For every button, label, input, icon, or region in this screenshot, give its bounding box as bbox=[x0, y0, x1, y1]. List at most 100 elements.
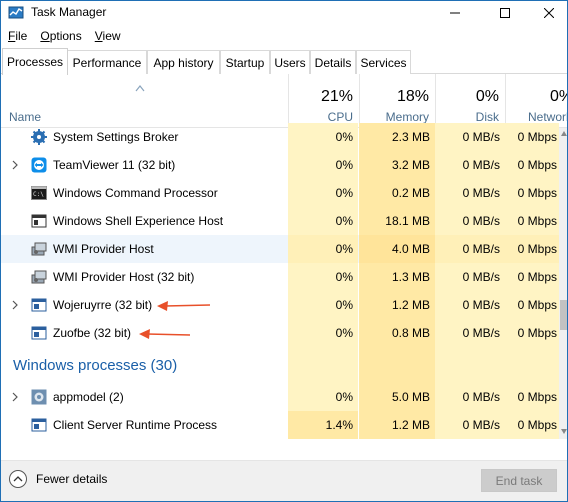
process-row[interactable]: Windows Shell Experience Host 0% 18.1 MB… bbox=[1, 207, 559, 235]
scroll-down-arrow-icon[interactable] bbox=[560, 427, 568, 435]
network-cell: 0 Mbps bbox=[505, 411, 559, 439]
network-cell: 0 Mbps bbox=[505, 123, 559, 151]
memory-header-label: Memory bbox=[385, 110, 429, 124]
memory-cell: 0.2 MB bbox=[359, 179, 435, 207]
end-task-button[interactable]: End task bbox=[481, 469, 557, 492]
vertical-scrollbar[interactable] bbox=[559, 128, 568, 439]
group-header-windows-processes: Windows processes (30) bbox=[1, 347, 559, 383]
fewer-details-button[interactable]: Fewer details bbox=[9, 470, 107, 488]
memory-cell: 18.1 MB bbox=[359, 207, 435, 235]
process-name: Wojeruyrre (32 bit) bbox=[53, 298, 153, 312]
cpu-cell: 0% bbox=[288, 235, 358, 263]
network-cell: 0 Mbps bbox=[505, 319, 559, 347]
column-memory-header[interactable]: 18% Memory bbox=[359, 74, 435, 128]
network-cell: 0 Mbps bbox=[505, 207, 559, 235]
cpu-cell: 0% bbox=[288, 207, 358, 235]
memory-cell: 1.2 MB bbox=[359, 291, 435, 319]
menu-options[interactable]: Options bbox=[33, 27, 87, 47]
disk-header-label: Disk bbox=[475, 110, 499, 124]
cpu-cell: 0% bbox=[288, 123, 358, 151]
process-row[interactable]: System Settings Broker 0% 2.3 MB 0 MB/s … bbox=[1, 123, 559, 151]
app-window-icon bbox=[31, 326, 47, 340]
network-cell: 0 Mbps bbox=[505, 235, 559, 263]
tab-performance[interactable]: Performance bbox=[67, 50, 147, 74]
tab-processes[interactable]: Processes bbox=[2, 48, 68, 75]
menu-file[interactable]: File bbox=[1, 27, 33, 47]
fewer-details-label: Fewer details bbox=[36, 472, 108, 486]
network-cell bbox=[505, 347, 559, 383]
wmi-icon bbox=[31, 270, 47, 284]
cpu-cell: 0% bbox=[288, 383, 358, 411]
disk-total-percent: 0% bbox=[475, 88, 499, 105]
cpu-cell: 1.4% bbox=[288, 411, 358, 439]
process-list: System Settings Broker 0% 2.3 MB 0 MB/s … bbox=[1, 123, 559, 439]
memory-cell: 4.0 MB bbox=[359, 235, 435, 263]
cpu-cell: 0% bbox=[288, 319, 358, 347]
network-cell: 0 Mbps bbox=[505, 151, 559, 179]
process-row-selected[interactable]: WMI Provider Host 0% 4.0 MB 0 MB/s 0 Mbp… bbox=[1, 235, 559, 263]
task-manager-window: Task Manager File Options View Processes… bbox=[0, 0, 568, 502]
cmd-icon: C:\ bbox=[31, 186, 47, 200]
disk-cell: 0 MB/s bbox=[435, 207, 505, 235]
disk-cell: 0 MB/s bbox=[435, 411, 505, 439]
memory-cell: 2.3 MB bbox=[359, 123, 435, 151]
chevron-right-icon[interactable] bbox=[11, 392, 19, 402]
disk-cell bbox=[435, 347, 505, 383]
memory-cell: 1.3 MB bbox=[359, 263, 435, 291]
process-row[interactable]: TeamViewer 11 (32 bit) 0% 3.2 MB 0 MB/s … bbox=[1, 151, 559, 179]
process-row[interactable]: WMI Provider Host (32 bit) 0% 1.3 MB 0 M… bbox=[1, 263, 559, 291]
app-window-icon bbox=[31, 298, 47, 312]
menu-bar: File Options View bbox=[1, 27, 127, 47]
process-name: TeamViewer 11 (32 bit) bbox=[53, 158, 176, 172]
annotation-arrow bbox=[157, 301, 211, 311]
tab-app-history[interactable]: App history bbox=[147, 50, 220, 74]
title-bar[interactable]: Task Manager bbox=[1, 1, 567, 25]
cpu-header-label: CPU bbox=[327, 110, 353, 124]
memory-cell: 1.2 MB bbox=[359, 411, 435, 439]
tab-details[interactable]: Details bbox=[310, 50, 356, 74]
scroll-thumb[interactable] bbox=[560, 300, 567, 330]
tab-services[interactable]: Services bbox=[356, 50, 411, 74]
process-row[interactable]: C:\ Windows Command Processor 0% 0.2 MB … bbox=[1, 179, 559, 207]
minimize-button[interactable] bbox=[432, 1, 478, 25]
column-name-header[interactable]: Name bbox=[9, 110, 41, 124]
gear-icon bbox=[31, 129, 47, 145]
column-cpu-header[interactable]: 21% CPU bbox=[288, 74, 359, 128]
memory-cell bbox=[359, 347, 435, 383]
svg-text:C:\: C:\ bbox=[33, 191, 44, 198]
column-headers: Name 21% CPU 18% Memory 0% Disk 0% Netwo… bbox=[1, 74, 567, 128]
column-network-header[interactable]: 0% Network bbox=[505, 74, 567, 128]
column-disk-header[interactable]: 0% Disk bbox=[435, 74, 505, 128]
process-row[interactable]: Client Server Runtime Process 1.4% 1.2 M… bbox=[1, 411, 559, 439]
process-row[interactable]: Wojeruyrre (32 bit) 0% 1.2 MB 0 MB/s 0 M… bbox=[1, 291, 559, 319]
process-row[interactable]: appmodel (2) 0% 5.0 MB 0 MB/s 0 Mbps bbox=[1, 383, 559, 411]
app-window-icon bbox=[31, 418, 47, 432]
tab-strip: Processes Performance App history Startu… bbox=[1, 48, 567, 75]
cpu-total-percent: 21% bbox=[320, 88, 353, 105]
menu-view[interactable]: View bbox=[88, 27, 127, 47]
gear-icon bbox=[31, 389, 47, 405]
disk-cell: 0 MB/s bbox=[435, 123, 505, 151]
chevron-right-icon[interactable] bbox=[11, 300, 19, 310]
sort-ascending-icon[interactable] bbox=[135, 84, 145, 92]
process-name: WMI Provider Host bbox=[53, 242, 154, 256]
disk-cell: 0 MB/s bbox=[435, 383, 505, 411]
cpu-cell bbox=[288, 347, 358, 383]
chevron-right-icon[interactable] bbox=[11, 160, 19, 170]
tab-startup[interactable]: Startup bbox=[220, 50, 270, 74]
process-name: Client Server Runtime Process bbox=[53, 418, 218, 432]
minimize-icon bbox=[450, 12, 460, 14]
teamviewer-icon bbox=[31, 157, 47, 173]
process-name: System Settings Broker bbox=[53, 130, 179, 144]
close-button[interactable] bbox=[526, 1, 567, 25]
process-name: appmodel (2) bbox=[53, 390, 124, 404]
scroll-up-arrow-icon[interactable] bbox=[560, 130, 568, 138]
process-row[interactable]: Zuofbe (32 bit) 0% 0.8 MB 0 MB/s 0 Mbps bbox=[1, 319, 559, 347]
maximize-button[interactable] bbox=[482, 1, 528, 25]
tab-users[interactable]: Users bbox=[270, 50, 310, 74]
network-cell: 0 Mbps bbox=[505, 263, 559, 291]
group-title: Windows processes (30) bbox=[13, 357, 178, 374]
process-name: Windows Shell Experience Host bbox=[53, 214, 224, 228]
process-name: Windows Command Processor bbox=[53, 186, 218, 200]
process-name: Zuofbe (32 bit) bbox=[53, 326, 132, 340]
